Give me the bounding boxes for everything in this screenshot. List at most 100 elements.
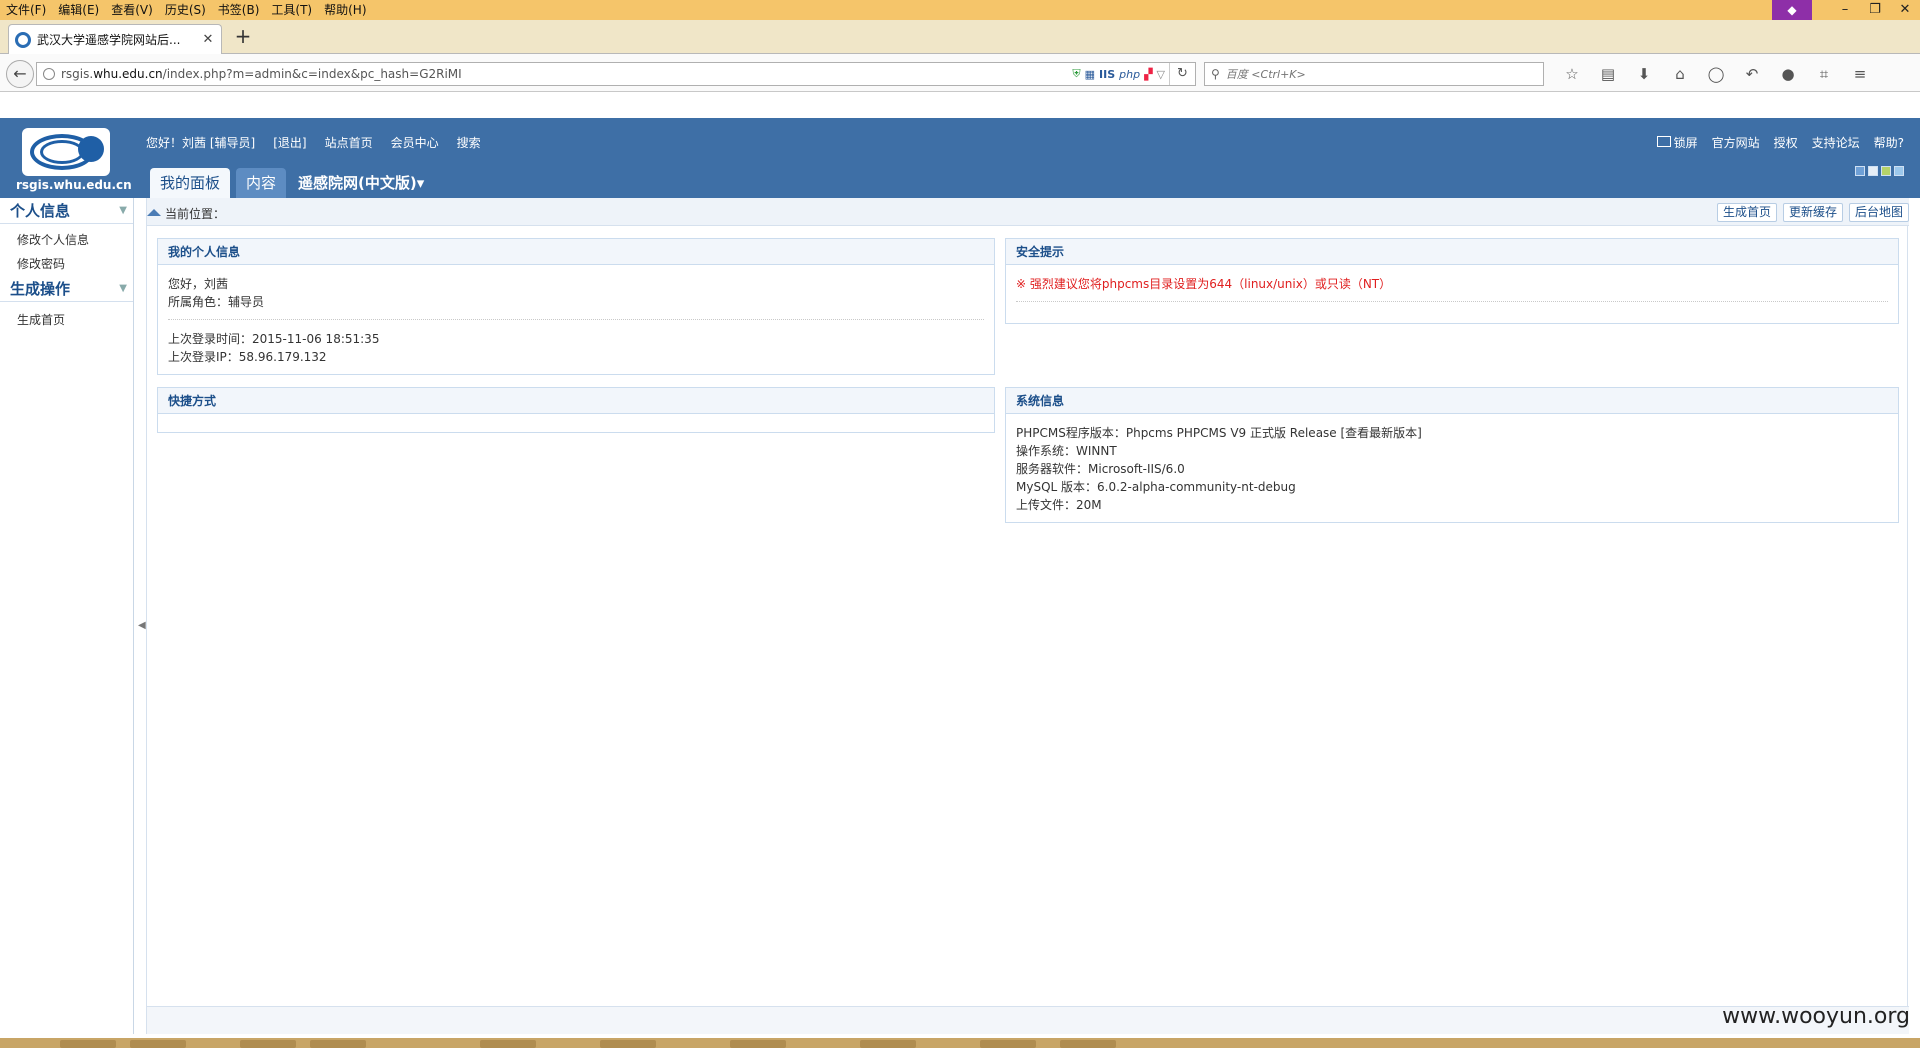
profile-panel: 我的个人信息 您好，刘茜 所属角色：辅导员 上次登录时间：2015-11-06 …	[157, 238, 995, 375]
back-arrow-icon[interactable]: ←	[6, 60, 34, 88]
panel-title: 安全提示	[1006, 239, 1898, 265]
menu-history[interactable]: 历史(S)	[159, 0, 212, 20]
close-window-icon[interactable]: ✕	[1890, 0, 1920, 20]
taskbar-button[interactable]	[1060, 1040, 1116, 1048]
search-input[interactable]	[1225, 67, 1543, 81]
right-links: 锁屏 官方网站 授权 支持论坛 帮助?	[1643, 134, 1904, 151]
comment-icon[interactable]: ●	[1770, 65, 1806, 83]
qr-code-icon[interactable]: ▦	[1085, 68, 1095, 81]
browser-tab[interactable]: 武汉大学遥感学院网站后... ✕	[8, 24, 222, 54]
tab-content[interactable]: 内容	[236, 168, 287, 198]
home-icon[interactable]	[147, 209, 161, 216]
private-mask-icon: ◆	[1772, 0, 1812, 20]
taskbar-button[interactable]	[130, 1040, 186, 1048]
sidebar: 个人信息 ▼ 修改个人信息 修改密码 生成操作 ▼ 生成首页	[0, 198, 134, 1034]
new-tab-icon[interactable]: +	[232, 26, 254, 48]
iis-label: IIS	[1099, 67, 1116, 81]
site-logo	[22, 128, 110, 176]
top-links: 您好！刘茜 [辅导员] [退出] 站点首页 会员中心 搜索	[146, 134, 499, 151]
license-link[interactable]: 授权	[1774, 134, 1798, 151]
generate-home-button[interactable]: 生成首页	[1716, 203, 1777, 222]
search-bar[interactable]: ⚲	[1204, 62, 1544, 86]
menu-tools[interactable]: 工具(T)	[265, 0, 318, 20]
site-select-label: 遥感院网(中文版)	[298, 174, 417, 192]
search-link[interactable]: 搜索	[457, 134, 481, 151]
sidebar-group-personal[interactable]: 个人信息 ▼	[0, 198, 133, 224]
chat-bubble-icon[interactable]: ◯	[1698, 65, 1734, 83]
admin-map-button[interactable]: 后台地图	[1848, 203, 1909, 222]
reload-icon[interactable]: ↻	[1169, 63, 1195, 85]
menu-bookmarks[interactable]: 书签(B)	[212, 0, 266, 20]
search-icon: ⚲	[1211, 67, 1220, 81]
menu-file[interactable]: 文件(F)	[0, 0, 52, 20]
dropdown-arrow-icon[interactable]: ▽	[1157, 68, 1165, 81]
taskbar-button[interactable]	[860, 1040, 916, 1048]
panel-body: 您好，刘茜 所属角色：辅导员 上次登录时间：2015-11-06 18:51:3…	[158, 265, 994, 366]
tab-favicon-icon	[15, 31, 31, 48]
minimize-icon[interactable]: –	[1830, 0, 1860, 20]
panel-body: PHPCMS程序版本：Phpcms PHPCMS V9 正式版 Release …	[1006, 414, 1898, 514]
panel-title: 我的个人信息	[158, 239, 994, 265]
skin-light[interactable]	[1868, 166, 1878, 176]
addon-icons: ⛨ ▦ IIS php ▞ ▽	[1068, 67, 1169, 81]
update-cache-button[interactable]: 更新缓存	[1782, 203, 1843, 222]
browser-toolbar: ☆ ▤ ⬇ ⌂ ◯ ↶ ● ⌗ ≡	[1554, 62, 1878, 86]
sysinfo-version: PHPCMS程序版本：Phpcms PHPCMS V9 正式版 Release …	[1016, 426, 1422, 440]
sysinfo-panel: 系统信息 PHPCMS程序版本：Phpcms PHPCMS V9 正式版 Rel…	[1005, 387, 1899, 523]
url-bar[interactable]: rsgis.whu.edu.cn/index.php?m=admin&c=ind…	[36, 62, 1196, 86]
home-icon[interactable]: ⌂	[1662, 65, 1698, 83]
taskbar-button[interactable]	[310, 1040, 366, 1048]
breadcrumb-bar: 当前位置： 生成首页 更新缓存 后台地图	[147, 198, 1909, 226]
lock-screen-link[interactable]: 锁屏	[1656, 134, 1698, 151]
skin-sky[interactable]	[1894, 166, 1904, 176]
sidebar-item-change-password[interactable]: 修改密码	[0, 252, 133, 276]
help-link[interactable]: 帮助?	[1874, 134, 1904, 151]
skin-green[interactable]	[1881, 166, 1891, 176]
bookmark-star-icon[interactable]: ☆	[1554, 65, 1590, 83]
main-content: 当前位置： 生成首页 更新缓存 后台地图 我的个人信息 您好，刘茜 所属角色：辅…	[146, 198, 1909, 1034]
divider	[1016, 301, 1888, 302]
menu-view[interactable]: 查看(V)	[105, 0, 159, 20]
url-text[interactable]: rsgis.whu.edu.cn/index.php?m=admin&c=ind…	[61, 67, 1068, 81]
cms-header: rsgis.whu.edu.cn 您好！刘茜 [辅导员] [退出] 站点首页 会…	[0, 118, 1920, 198]
forum-link[interactable]: 支持论坛	[1812, 134, 1860, 151]
security-warning: ※ 强烈建议您将phpcms目录设置为644（linux/unix）或只读（NT…	[1016, 277, 1392, 291]
collapse-arrow-icon: ▼	[119, 205, 127, 216]
reading-list-icon[interactable]: ▤	[1590, 65, 1626, 83]
skin-blue[interactable]	[1855, 166, 1865, 176]
taskbar-button[interactable]	[600, 1040, 656, 1048]
logout-link[interactable]: [退出]	[273, 134, 306, 151]
sidebar-toggle-icon[interactable]: ◀	[138, 620, 146, 631]
quick-buttons: 生成首页 更新缓存 后台地图	[1711, 203, 1909, 222]
restore-icon[interactable]: ❐	[1860, 0, 1890, 20]
undo-icon[interactable]: ↶	[1734, 65, 1770, 83]
tab-strip: 武汉大学遥感学院网站后... ✕	[0, 20, 1920, 54]
shield-icon[interactable]: ⛨	[1072, 67, 1080, 81]
bottom-strip	[147, 1006, 1909, 1034]
sidebar-item-generate-home[interactable]: 生成首页	[0, 308, 133, 332]
collapse-arrow-icon: ▼	[119, 283, 127, 294]
sidebar-group-title: 个人信息	[10, 202, 71, 220]
nav-bar: ← rsgis.whu.edu.cn/index.php?m=admin&c=i…	[0, 54, 1920, 92]
sidebar-item-edit-profile[interactable]: 修改个人信息	[0, 228, 133, 252]
menu-help[interactable]: 帮助(H)	[318, 0, 372, 20]
menu-hamburger-icon[interactable]: ≡	[1842, 65, 1878, 83]
sidebar-group-generate[interactable]: 生成操作 ▼	[0, 276, 133, 302]
taskbar-button[interactable]	[60, 1040, 116, 1048]
site-home-link[interactable]: 站点首页	[325, 134, 373, 151]
crop-icon[interactable]: ⌗	[1806, 65, 1842, 83]
tab-my-panel[interactable]: 我的面板	[150, 168, 231, 198]
taskbar-button[interactable]	[730, 1040, 786, 1048]
menu-edit[interactable]: 编辑(E)	[52, 0, 105, 20]
download-icon[interactable]: ⬇	[1626, 65, 1662, 83]
panel-title: 快捷方式	[158, 388, 994, 414]
member-center-link[interactable]: 会员中心	[391, 134, 439, 151]
official-site-link[interactable]: 官方网站	[1712, 134, 1760, 151]
panel-body: ※ 强烈建议您将phpcms目录设置为644（linux/unix）或只读（NT…	[1006, 265, 1898, 302]
taskbar-button[interactable]	[980, 1040, 1036, 1048]
taskbar-button[interactable]	[480, 1040, 536, 1048]
tab-close-icon[interactable]: ✕	[201, 32, 215, 47]
caret-down-icon: ▾	[416, 174, 425, 192]
site-select[interactable]: 遥感院网(中文版)▾	[292, 168, 424, 198]
taskbar-button[interactable]	[240, 1040, 296, 1048]
